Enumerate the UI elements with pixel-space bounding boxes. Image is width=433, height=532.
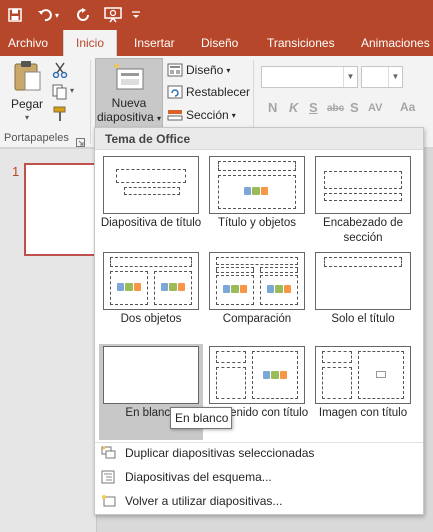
title-bar: ▾ xyxy=(0,0,433,30)
reuse-slides-menu-item[interactable]: Volver a utilizar diapositivas... xyxy=(95,490,423,512)
chevron-down-icon: ▾ xyxy=(24,113,29,122)
tab-insertar[interactable]: Insertar xyxy=(134,30,175,56)
outline-icon xyxy=(101,470,117,484)
reset-icon xyxy=(167,84,183,100)
new-slide-label-1: Nueva xyxy=(111,96,147,110)
customize-qat-icon[interactable] xyxy=(130,4,142,26)
save-icon[interactable] xyxy=(6,4,24,26)
tab-transiciones[interactable]: Transiciones xyxy=(267,30,335,56)
layout-caption: Solo el título xyxy=(331,313,395,325)
clipboard-icon xyxy=(14,61,41,91)
reuse-slides-icon xyxy=(101,494,117,508)
paste-button[interactable]: Pegar ▾ xyxy=(6,58,48,122)
layout-caption: Imagen con título xyxy=(318,407,408,419)
chevron-down-icon[interactable]: ▼ xyxy=(343,67,357,87)
layout-icon xyxy=(167,62,183,78)
paste-label: Pegar xyxy=(10,97,44,111)
picture-icon xyxy=(376,371,386,378)
duplicate-slides-icon xyxy=(101,446,117,460)
layout-section-header[interactable]: Encabezado de sección xyxy=(311,154,415,250)
tab-diseno[interactable]: Diseño xyxy=(201,30,238,56)
chevron-down-icon[interactable]: ▼ xyxy=(388,67,402,87)
bold-button[interactable]: N xyxy=(268,100,277,115)
layout-title-slide[interactable]: Diapositiva de título xyxy=(99,154,203,250)
layout-button[interactable]: Diseño ▾ xyxy=(167,60,230,80)
slide-number: 1 xyxy=(12,164,20,179)
new-slide-icon xyxy=(114,64,144,90)
layout-label: Diseño xyxy=(186,63,224,77)
reuse-slides-label: Volver a utilizar diapositivas... xyxy=(125,494,283,508)
format-painter-icon[interactable] xyxy=(52,106,70,122)
reset-label: Restablecer xyxy=(186,85,251,99)
character-spacing-button[interactable]: AV xyxy=(368,102,382,114)
underline-button[interactable]: S xyxy=(309,100,318,115)
layout-title-only[interactable]: Solo el título xyxy=(311,250,415,346)
slides-from-outline-menu-item[interactable]: Diapositivas del esquema... xyxy=(95,466,423,488)
new-slide-gallery: Tema de Office Diapositiva de título Tít… xyxy=(94,127,424,515)
present-from-start-icon[interactable] xyxy=(102,4,124,26)
section-button[interactable]: Sección ▾ xyxy=(167,105,236,125)
layout-picture-caption[interactable]: Imagen con título xyxy=(311,344,415,440)
layout-comparison[interactable]: Comparación xyxy=(205,250,309,346)
tab-animaciones[interactable]: Animaciones xyxy=(361,30,430,56)
section-label: Sección xyxy=(186,108,229,122)
tab-archivo[interactable]: Archivo xyxy=(8,30,48,56)
duplicate-slides-menu-item[interactable]: Duplicar diapositivas seleccionadas xyxy=(95,442,423,464)
tab-inicio[interactable]: Inicio xyxy=(63,30,118,56)
layout-caption: Encabezado de sección xyxy=(323,217,403,244)
layout-caption: Título y objetos xyxy=(218,217,296,229)
tooltip: En blanco xyxy=(170,407,232,429)
gallery-header: Tema de Office xyxy=(95,128,423,150)
shadow-button[interactable]: S xyxy=(350,100,359,115)
layout-caption: Dos objetos xyxy=(120,313,182,325)
new-slide-label-2: diapositiva ▾ xyxy=(96,110,162,124)
clipboard-group-label: Portapapeles xyxy=(4,132,69,144)
font-name-combo[interactable]: ▼ xyxy=(261,66,358,88)
copy-icon[interactable]: ▾ xyxy=(52,84,80,100)
reset-button[interactable]: Restablecer xyxy=(167,82,250,102)
section-icon xyxy=(167,107,183,123)
repeat-icon[interactable] xyxy=(74,4,92,26)
strikethrough-button[interactable]: abc xyxy=(327,103,344,114)
change-case-button[interactable]: Aa xyxy=(400,100,415,114)
ribbon-tabs: Archivo Inicio Insertar Diseño Transicio… xyxy=(0,30,433,56)
layout-title-content[interactable]: Título y objetos xyxy=(205,154,309,250)
layout-two-content[interactable]: Dos objetos xyxy=(99,250,203,346)
font-size-combo[interactable]: ▼ xyxy=(361,66,403,88)
duplicate-slides-label: Duplicar diapositivas seleccionadas xyxy=(125,446,315,460)
dialog-launcher-icon[interactable] xyxy=(76,136,86,147)
layout-caption: Diapositiva de título xyxy=(100,217,202,229)
cut-icon[interactable] xyxy=(52,62,70,79)
new-slide-button[interactable]: Nueva diapositiva ▾ xyxy=(95,58,163,130)
layout-caption: Comparación xyxy=(222,313,292,325)
undo-icon[interactable]: ▾ xyxy=(34,4,62,26)
italic-button[interactable]: K xyxy=(289,100,298,115)
slides-from-outline-label: Diapositivas del esquema... xyxy=(125,470,272,484)
